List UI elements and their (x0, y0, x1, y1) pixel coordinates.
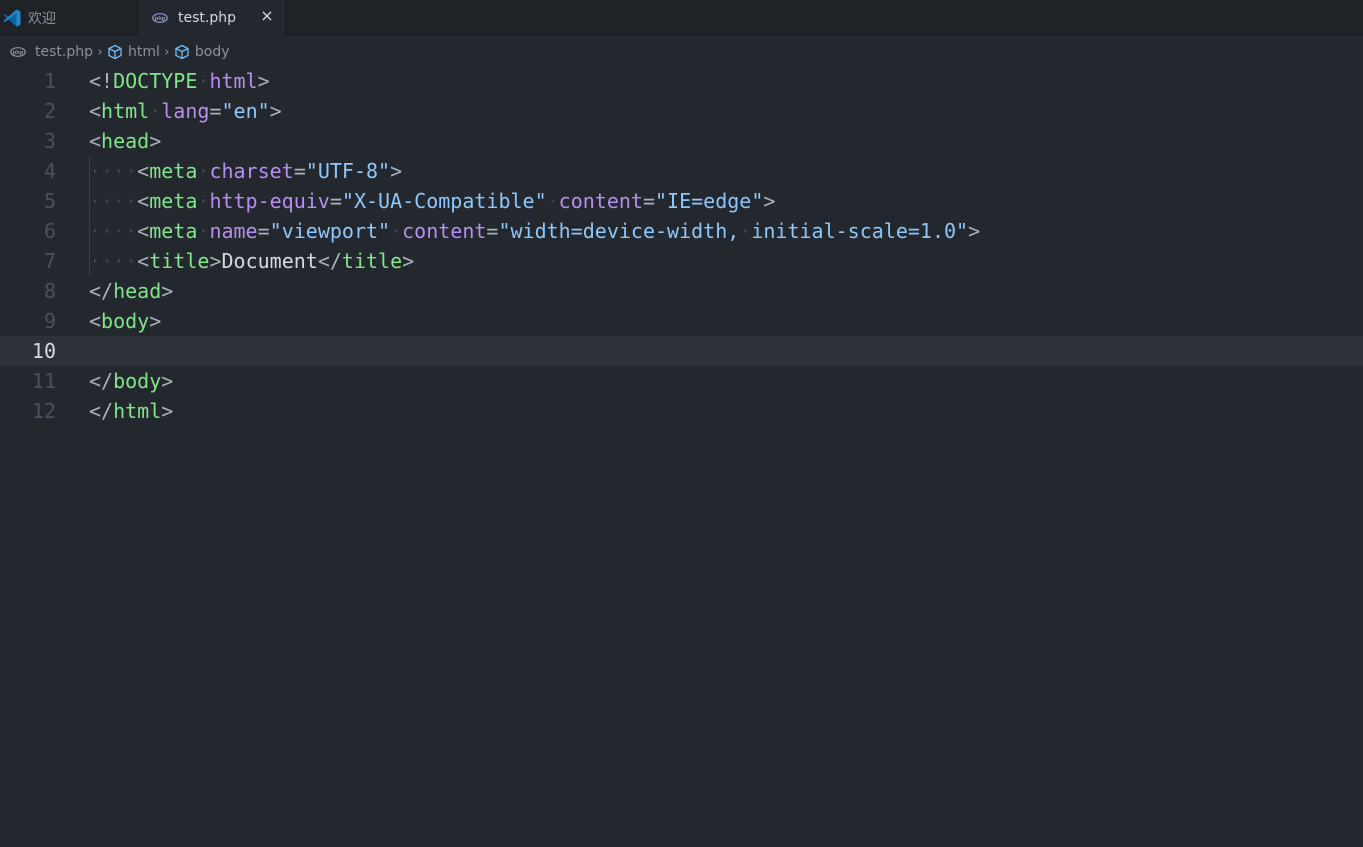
line-number: 5 (43, 189, 56, 213)
code-text: <html·lang="en"> (89, 99, 282, 123)
code-line[interactable]: 10 (0, 336, 1363, 366)
breadcrumb-label: test.php (35, 44, 93, 60)
line-number: 11 (31, 369, 56, 393)
code-line[interactable]: 5 ····<meta·http-equiv="X-UA-Compatible"·… (0, 186, 1363, 216)
line-number: 3 (43, 129, 56, 153)
close-icon[interactable]: × (259, 8, 275, 24)
cube-icon (174, 44, 190, 60)
breadcrumb-item-html[interactable]: html (107, 44, 160, 60)
line-number: 1 (43, 69, 56, 93)
vscode-icon (2, 8, 22, 28)
code-line[interactable]: 1 <!DOCTYPE·html> (0, 66, 1363, 96)
code-line[interactable]: 2 <html·lang="en"> (0, 96, 1363, 126)
breadcrumb-item-body[interactable]: body (174, 44, 230, 60)
tab-welcome[interactable]: 欢迎 (0, 0, 138, 36)
code-text: ····<meta·http-equiv="X-UA-Compatible"·c… (89, 189, 776, 213)
svg-text:php: php (12, 50, 23, 56)
code-text: ····<meta·name="viewport"·content="width… (89, 219, 981, 243)
code-text: <body> (89, 309, 162, 333)
code-text: </head> (89, 279, 174, 303)
line-number: 8 (43, 279, 56, 303)
tab-label: 欢迎 (28, 11, 56, 27)
editor-window: 欢迎 php test.php × php test.php › html › … (0, 0, 1363, 847)
code-text: <!DOCTYPE·html> (89, 69, 270, 93)
code-text: ····<title>Document</title> (89, 249, 415, 273)
code-line[interactable]: 4 ····<meta·charset="UTF-8"> (0, 156, 1363, 186)
code-line[interactable]: 8 </head> (0, 276, 1363, 306)
breadcrumb-label: body (194, 44, 230, 60)
code-line[interactable]: 7 ····<title>Document</title> (0, 246, 1363, 276)
code-line[interactable]: 6 ····<meta·name="viewport"·content="widt… (0, 216, 1363, 246)
tab-label: test.php (178, 10, 236, 26)
line-number: 7 (43, 249, 56, 273)
code-line[interactable]: 12 </html> (0, 396, 1363, 426)
svg-text:php: php (155, 16, 166, 22)
code-line[interactable]: 9 <body> (0, 306, 1363, 336)
breadcrumb: php test.php › html › body (0, 38, 1363, 66)
breadcrumb-label: html (127, 44, 160, 60)
line-number: 4 (43, 159, 56, 183)
tab-test-php[interactable]: php test.php × (138, 0, 286, 36)
code-text: </body> (89, 369, 174, 393)
line-number: 9 (43, 309, 56, 333)
cube-icon (107, 44, 123, 60)
chevron-right-icon: › (97, 44, 103, 60)
php-icon: php (9, 44, 26, 60)
code-line[interactable]: 11 </body> (0, 366, 1363, 396)
line-number: 2 (43, 99, 56, 123)
code-line[interactable]: 3 <head> (0, 126, 1363, 156)
code-text: ····<meta·charset="UTF-8"> (89, 159, 403, 183)
line-number: 12 (31, 399, 56, 423)
php-icon: php (152, 12, 168, 24)
code-text: </html> (89, 399, 174, 423)
line-number: 6 (43, 219, 56, 243)
tab-bar: 欢迎 php test.php × (0, 0, 1363, 36)
chevron-right-icon: › (164, 44, 170, 60)
breadcrumb-item-file[interactable]: php test.php (9, 44, 93, 60)
code-editor[interactable]: 1 <!DOCTYPE·html> 2 <html·lang="en"> 3 <head>… (0, 66, 1363, 847)
line-number: 10 (31, 339, 56, 363)
code-text: <head> (89, 129, 162, 153)
